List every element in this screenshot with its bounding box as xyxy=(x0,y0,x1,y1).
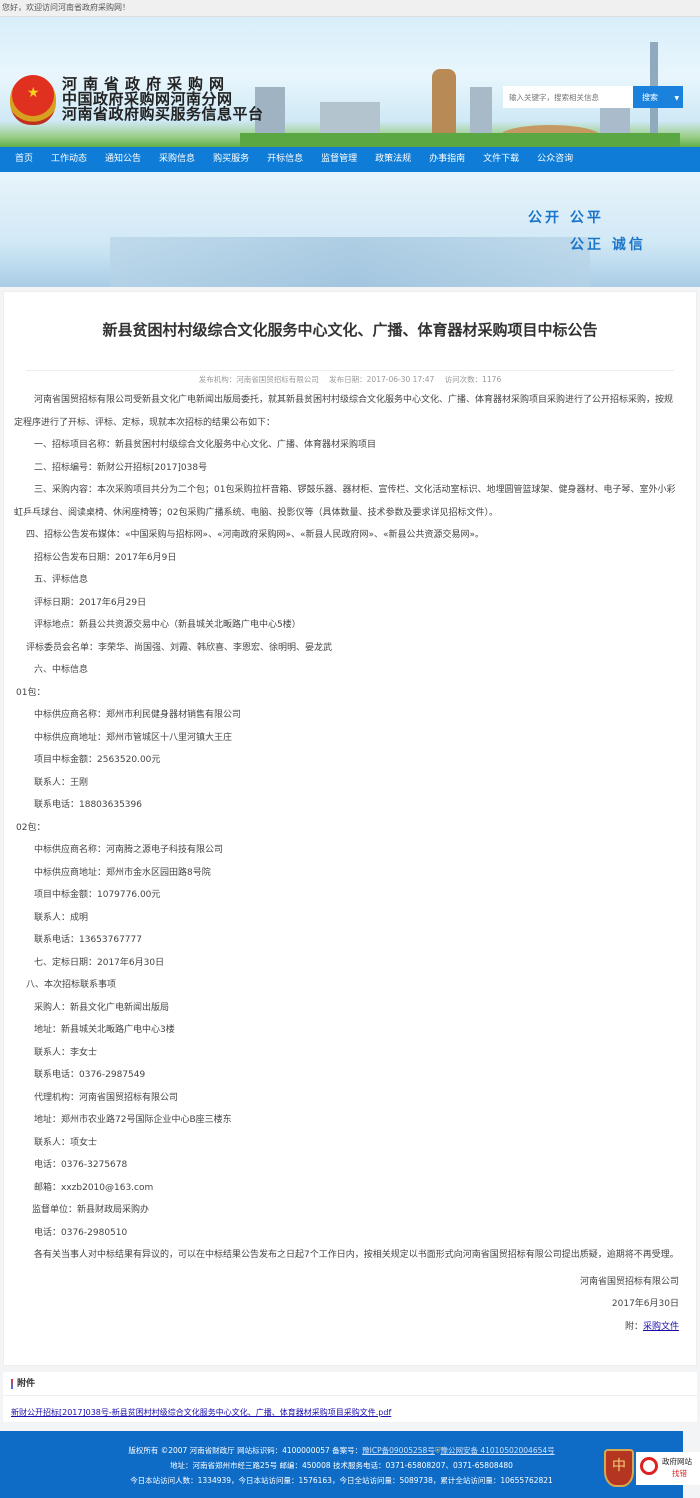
article-paragraph: 邮箱：xxzb2010@163.com xyxy=(34,1182,154,1193)
chevron-down-icon: ▼ xyxy=(674,94,680,102)
emblem-icon: 中 xyxy=(612,1458,626,1474)
footer-stats: 今日本站访问人数：1334939，今日本站访问量：1576163，今日全站访问量… xyxy=(130,1476,553,1485)
national-emblem-logo: ★ xyxy=(10,75,56,125)
nav-item[interactable]: 工作动态 xyxy=(42,147,96,172)
site-logo-text: 河南省政府采购网 中国政府采购网河南分网 河南省政府购买服务信息平台 xyxy=(62,75,264,123)
attachments-heading: 附件 xyxy=(3,1372,697,1396)
article: 新县贫困村村级综合文化服务中心文化、广播、体育器材采购项目中标公告 发布机构：河… xyxy=(3,291,697,1366)
nav-item[interactable]: 首页 xyxy=(6,147,42,172)
icp-link[interactable]: 豫ICP备09005258号 xyxy=(362,1446,435,1455)
article-paragraph: 电话：0376-3275678 xyxy=(34,1160,128,1170)
article-paragraph: 中标供应商地址：郑州市管城区十八里河镇大王庄 xyxy=(34,732,233,743)
nav-item[interactable]: 公众咨询 xyxy=(528,147,582,172)
article-paragraph: 联系人：成明 xyxy=(34,912,89,923)
article-paragraph: 代理机构：河南省国贸招标有限公司 xyxy=(34,1092,179,1103)
signature: 河南省国贸招标有限公司 xyxy=(579,1276,679,1287)
article-paragraph: 联系人：项女士 xyxy=(34,1137,98,1148)
nav-item[interactable]: 通知公告 xyxy=(96,147,150,172)
article-paragraph: 采购人：新县文化广电新闻出版局 xyxy=(34,1002,170,1013)
article-paragraph: 项目中标金额：1079776.00元 xyxy=(34,890,161,900)
article-paragraph: 02包： xyxy=(16,822,46,833)
article-paragraph: 地址：郑州市农业路72号国际企业中心B座三楼东 xyxy=(34,1115,232,1125)
article-paragraph: 招标公告发布日期：2017年6月9日 xyxy=(34,552,177,563)
article-paragraph: 三、采购内容：本次采购项目共分为二个包；01包采购拉杆音箱、锣鼓乐器、器材柜、宣… xyxy=(14,485,676,518)
article-paragraph: 中标供应商名称：河南腾之源电子科技有限公司 xyxy=(34,845,224,855)
slogan-2: 公正 诚信 xyxy=(570,237,646,253)
article-paragraph: 五、评标信息 xyxy=(34,575,89,585)
article-paragraph: 评标地点：新县公共资源交易中心（新县城关北畈路广电中心5楼） xyxy=(34,620,301,630)
trees xyxy=(240,133,680,147)
nav-item[interactable]: 办事指南 xyxy=(420,147,474,172)
publisher: 发布机构：河南省国贸招标有限公司 xyxy=(198,375,319,384)
slogan-banner: 公开 公平 公正 诚信 xyxy=(0,172,700,287)
article-paragraph: 八、本次招标联系事项 xyxy=(26,980,117,990)
article-paragraph: 联系人：王刚 xyxy=(34,777,89,788)
nav-item[interactable]: 政策法规 xyxy=(366,147,420,172)
procurement-file-link[interactable]: 采购文件 xyxy=(643,1322,679,1332)
article-paragraph: 一、招标项目名称：新县贫困村村级综合文化服务中心文化、广播、体育器材采购项目 xyxy=(34,440,377,450)
article-paragraph: 中标供应商地址：郑州市金水区园田路8号院 xyxy=(34,867,211,878)
nav-item[interactable]: 文件下载 xyxy=(474,147,528,172)
article-paragraph: 联系电话：0376-2987549 xyxy=(34,1070,146,1080)
report-error-badge[interactable]: 政府网站 找错 xyxy=(636,1452,700,1485)
nav-item[interactable]: 监督管理 xyxy=(312,147,366,172)
article-paragraph: 联系电话：13653767777 xyxy=(34,935,142,945)
attachment-note: 附：采购文件 xyxy=(624,1321,679,1332)
article-body: 河南省国贸招标有限公司受新县文化广电新闻出版局委托，就其新县贫困村村级综合文化服… xyxy=(4,389,696,1267)
article-paragraph: 项目中标金额：2563520.00元 xyxy=(34,755,161,765)
article-paragraph: 六、中标信息 xyxy=(34,665,89,675)
article-paragraph: 河南省国贸招标有限公司受新县文化广电新闻出版局委托，就其新县贫困村村级综合文化服… xyxy=(14,395,674,428)
article-paragraph: 七、定标日期：2017年6月30日 xyxy=(34,957,165,968)
main-nav: 首页 工作动态 通知公告 采购信息 购买服务 开标信息 监督管理 政策法规 办事指南 文件下载 公众… xyxy=(0,147,700,172)
nav-item[interactable]: 开标信息 xyxy=(258,147,312,172)
footer-address: 地址：河南省郑州市经三路25号 邮编：450008 技术服务电话：0371-65… xyxy=(170,1461,513,1470)
city-skyline xyxy=(110,237,590,287)
page-title: 新县贫困村村级综合文化服务中心文化、广播、体育器材采购项目中标公告 xyxy=(102,321,598,339)
article-paragraph: 01包： xyxy=(16,687,46,698)
article-paragraph: 评标日期：2017年6月29日 xyxy=(34,597,147,608)
nav-item[interactable]: 购买服务 xyxy=(204,147,258,172)
article-paragraph: 联系人：李女士 xyxy=(34,1047,98,1058)
publish-date: 发布日期：2017-06-30 17:47 xyxy=(329,375,435,384)
attachment-file-link[interactable]: 新财公开招标[2017]038号-新县贫困村村级综合文化服务中心文化、广播、体育… xyxy=(3,1396,697,1418)
article-meta: 发布机构：河南省国贸招标有限公司 发布日期：2017-06-30 17:47 访… xyxy=(26,370,674,385)
search-button[interactable]: 搜索 ▼ xyxy=(633,86,683,108)
sign-date: 2017年6月30日 xyxy=(611,1299,679,1309)
party-government-badge[interactable]: 中 xyxy=(604,1449,634,1487)
article-paragraph: 电话：0376-2980510 xyxy=(34,1227,128,1238)
article-paragraph: 各有关当事人对中标结果有异议的，可以在中标结果公告发布之日起7个工作日内，按相关… xyxy=(34,1250,679,1260)
article-paragraph: 联系电话：18803635396 xyxy=(34,800,142,810)
magnifier-icon xyxy=(640,1457,658,1475)
article-paragraph: 四、招标公告发布媒体：«中国采购与招标网»、«河南政府采购网»、«新县人民政府网… xyxy=(26,530,485,540)
police-record-link[interactable]: 豫公网安备 41010502004654号 xyxy=(440,1446,554,1455)
footer: 版权所有 ©2007 河南省财政厅 网站标识码：4100000057 备案号：豫… xyxy=(0,1431,683,1498)
welcome-bar: 您好，欢迎访问河南省政府采购网！ xyxy=(0,0,700,17)
site-header: ★ 河南省政府采购网 中国政府采购网河南分网 河南省政府购买服务信息平台 搜索 … xyxy=(0,17,700,147)
article-paragraph: 地址：新县城关北畈路广电中心3楼 xyxy=(34,1025,175,1035)
article-paragraph: 监督单位：新县财政局采购办 xyxy=(32,1205,150,1215)
visit-count: 访问次数：1176 xyxy=(444,375,502,384)
search-input[interactable] xyxy=(503,86,633,108)
slogan-1: 公开 公平 xyxy=(528,210,604,226)
attachments-section: 附件 新财公开招标[2017]038号-新县贫困村村级综合文化服务中心文化、广播… xyxy=(3,1372,697,1422)
article-paragraph: 评标委员会名单：李荣华、尚国强、刘霞、韩欣喜、李恩宏、徐明明、晏龙武 xyxy=(26,642,333,653)
search-box: 搜索 ▼ xyxy=(503,86,683,108)
article-paragraph: 二、招标编号：新财公开招标[2017]038号 xyxy=(34,462,208,473)
article-paragraph: 中标供应商名称：郑州市利民健身器材销售有限公司 xyxy=(34,710,242,720)
nav-item[interactable]: 采购信息 xyxy=(150,147,204,172)
